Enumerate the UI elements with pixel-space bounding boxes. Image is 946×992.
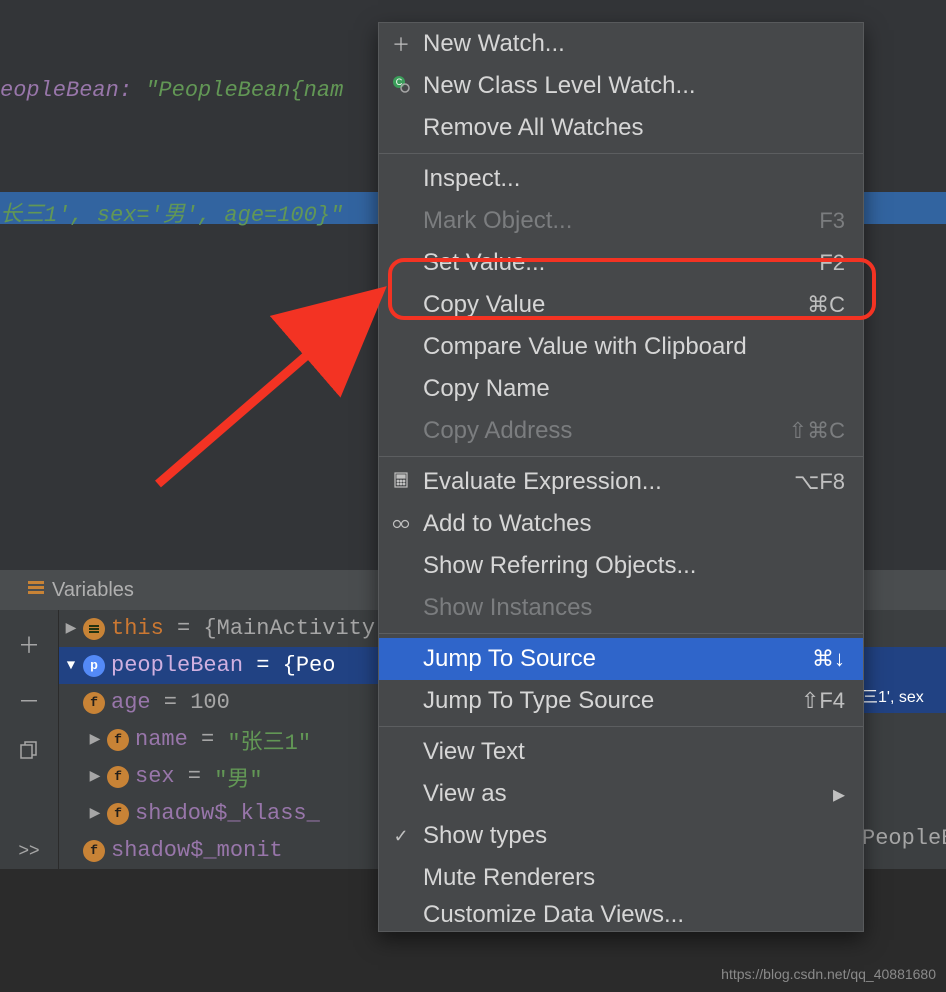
menu-set-value[interactable]: Set Value...F2 <box>379 242 863 284</box>
variables-icon <box>28 579 44 602</box>
field-icon: f <box>107 729 129 751</box>
menu-mute-renderers[interactable]: Mute Renderers <box>379 857 863 899</box>
menu-mark-object: Mark Object...F3 <box>379 200 863 242</box>
glasses-icon <box>389 514 413 535</box>
variables-title: Variables <box>52 579 134 602</box>
menu-evaluate-expression[interactable]: Evaluate Expression...⌥F8 <box>379 461 863 503</box>
menu-separator <box>379 726 863 727</box>
expand-arrow-icon[interactable]: ▶ <box>59 620 83 637</box>
copy-stack-button[interactable] <box>19 740 39 766</box>
watch-value-line-1: eopleBean: "PeopleBean{nam <box>0 78 343 103</box>
menu-customize-data-views[interactable]: Customize Data Views... <box>379 899 863 931</box>
menu-inspect[interactable]: Inspect... <box>379 158 863 200</box>
field-icon: f <box>83 692 105 714</box>
property-icon: p <box>83 655 105 677</box>
menu-add-to-watches[interactable]: Add to Watches <box>379 503 863 545</box>
expand-arrow-icon[interactable]: ▶ <box>83 805 107 822</box>
menu-new-watch[interactable]: ＋ New Watch... <box>379 23 863 65</box>
variables-gutter: ＋ － >> <box>0 610 59 869</box>
menu-jump-to-type-source[interactable]: Jump To Type Source⇧F4 <box>379 680 863 722</box>
object-icon <box>83 618 105 640</box>
menu-view-text[interactable]: View Text <box>379 731 863 773</box>
field-icon: f <box>83 840 105 862</box>
watch-value-line-2[interactable]: 长三1', sex='男', age=100}" <box>0 196 343 228</box>
check-icon: ✓ <box>389 826 413 847</box>
tree-row-klass-tail: PeopleB <box>862 826 946 851</box>
menu-show-instances: Show Instances <box>379 587 863 629</box>
submenu-arrow-icon: ▸ <box>833 780 845 809</box>
expand-button[interactable]: >> <box>18 840 39 861</box>
menu-remove-all-watches[interactable]: Remove All Watches <box>379 107 863 149</box>
menu-view-as[interactable]: View as▸ <box>379 773 863 815</box>
context-menu: ＋ New Watch... C New Class Level Watch..… <box>378 22 864 932</box>
add-button[interactable]: ＋ <box>18 628 40 660</box>
calculator-icon <box>389 472 413 493</box>
menu-compare-clipboard[interactable]: Compare Value with Clipboard <box>379 326 863 368</box>
menu-separator <box>379 456 863 457</box>
class-watch-icon: C <box>389 75 413 98</box>
menu-new-class-watch[interactable]: C New Class Level Watch... <box>379 65 863 107</box>
menu-separator <box>379 633 863 634</box>
remove-button[interactable]: － <box>18 684 40 716</box>
tree-row-peopleBean-tail: 三1', sex <box>862 676 946 713</box>
menu-show-referring[interactable]: Show Referring Objects... <box>379 545 863 587</box>
menu-show-types[interactable]: ✓ Show types <box>379 815 863 857</box>
menu-separator <box>379 153 863 154</box>
menu-jump-to-source[interactable]: Jump To Source⌘↓ <box>379 638 863 680</box>
menu-copy-name[interactable]: Copy Name <box>379 368 863 410</box>
plus-icon: ＋ <box>389 31 413 57</box>
field-icon: f <box>107 803 129 825</box>
expand-arrow-icon[interactable]: ▶ <box>83 731 107 748</box>
menu-copy-value[interactable]: Copy Value⌘C <box>379 284 863 326</box>
field-icon: f <box>107 766 129 788</box>
collapse-arrow-icon[interactable]: ▼ <box>59 658 83 674</box>
menu-copy-address: Copy Address⇧⌘C <box>379 410 863 452</box>
watermark: https://blog.csdn.net/qq_40881680 <box>721 966 936 982</box>
expand-arrow-icon[interactable]: ▶ <box>83 768 107 785</box>
